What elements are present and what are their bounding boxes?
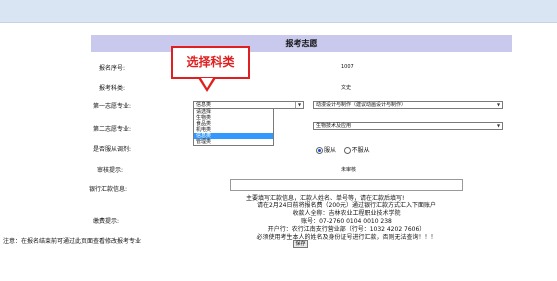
first-major-label: 第一志愿专业:: [93, 103, 132, 110]
fee-line: 开户行：农行江南支行营业部（行号：1032 4202 7606）: [267, 226, 426, 233]
obey-yes-label: 服从: [324, 147, 337, 154]
subject-value: 文史: [341, 85, 352, 91]
reg-no-label: 报名序号:: [99, 65, 126, 72]
bank-info-input[interactable]: [230, 179, 463, 191]
fee-label: 缴费提示:: [93, 218, 120, 225]
fee-line: 账号：07-2760 0104 0010 238: [301, 218, 392, 225]
page-title: 报考志愿: [91, 35, 512, 52]
fee-line: 请在2月24日前将报名费（200元）通过银行汇款方式汇入下面账户: [257, 202, 436, 209]
second-major-value: 生物技术及应用: [316, 123, 352, 129]
first-major-value: 动漫设计与制作（建议动画设计与制作）: [316, 102, 407, 108]
reg-no-value: 1007: [341, 64, 354, 70]
chevron-down-icon[interactable]: ▼: [495, 102, 502, 108]
obey-label: 是否服从调剂:: [93, 146, 132, 153]
bank-hint: 主要填写汇款信息，汇款人姓名、单号等，请在汇款后填写!: [246, 195, 405, 202]
first-major-select[interactable]: 动漫设计与制作（建议动画设计与制作） ▼: [313, 101, 503, 109]
category-dropdown-list[interactable]: 请选择 生物类 食品类 机电类 信息类 管理类: [193, 108, 274, 146]
obey-yes-radio[interactable]: [316, 147, 323, 154]
save-button[interactable]: 保存: [293, 240, 308, 248]
obey-no-label: 不服从: [351, 147, 370, 154]
review-label: 审核提示:: [97, 167, 124, 174]
callout-box: 选择科类: [171, 46, 250, 79]
obey-radio-group: 服从 不服从: [316, 145, 370, 154]
subject-label: 报考科类:: [99, 85, 126, 92]
dropdown-option[interactable]: 管理类: [194, 139, 273, 145]
chevron-down-icon[interactable]: ▼: [295, 102, 303, 108]
callout-pointer-inner: [201, 78, 213, 88]
chevron-down-icon[interactable]: ▼: [495, 123, 502, 129]
review-value: 未审核: [341, 167, 357, 173]
second-major-label: 第二志愿专业:: [93, 126, 132, 133]
second-major-select[interactable]: 生物技术及应用 ▼: [313, 122, 503, 130]
fee-info: 请在2月24日前将报名费（200元）通过银行汇款方式汇入下面账户 收款人全称：吉…: [230, 202, 463, 242]
bank-label: 银行汇款信息:: [89, 186, 128, 193]
note-text: 注意：在报名结束前可通过此页面查看修改报考专业: [3, 238, 142, 245]
fee-line: 收款人全称：吉林农业工程职业技术学院: [292, 210, 401, 217]
top-band: [0, 0, 557, 23]
obey-no-radio[interactable]: [343, 147, 351, 154]
fee-line: 必须使用考生本人的姓名及身份证号进行汇款，否则无法查询！！！: [256, 234, 437, 241]
